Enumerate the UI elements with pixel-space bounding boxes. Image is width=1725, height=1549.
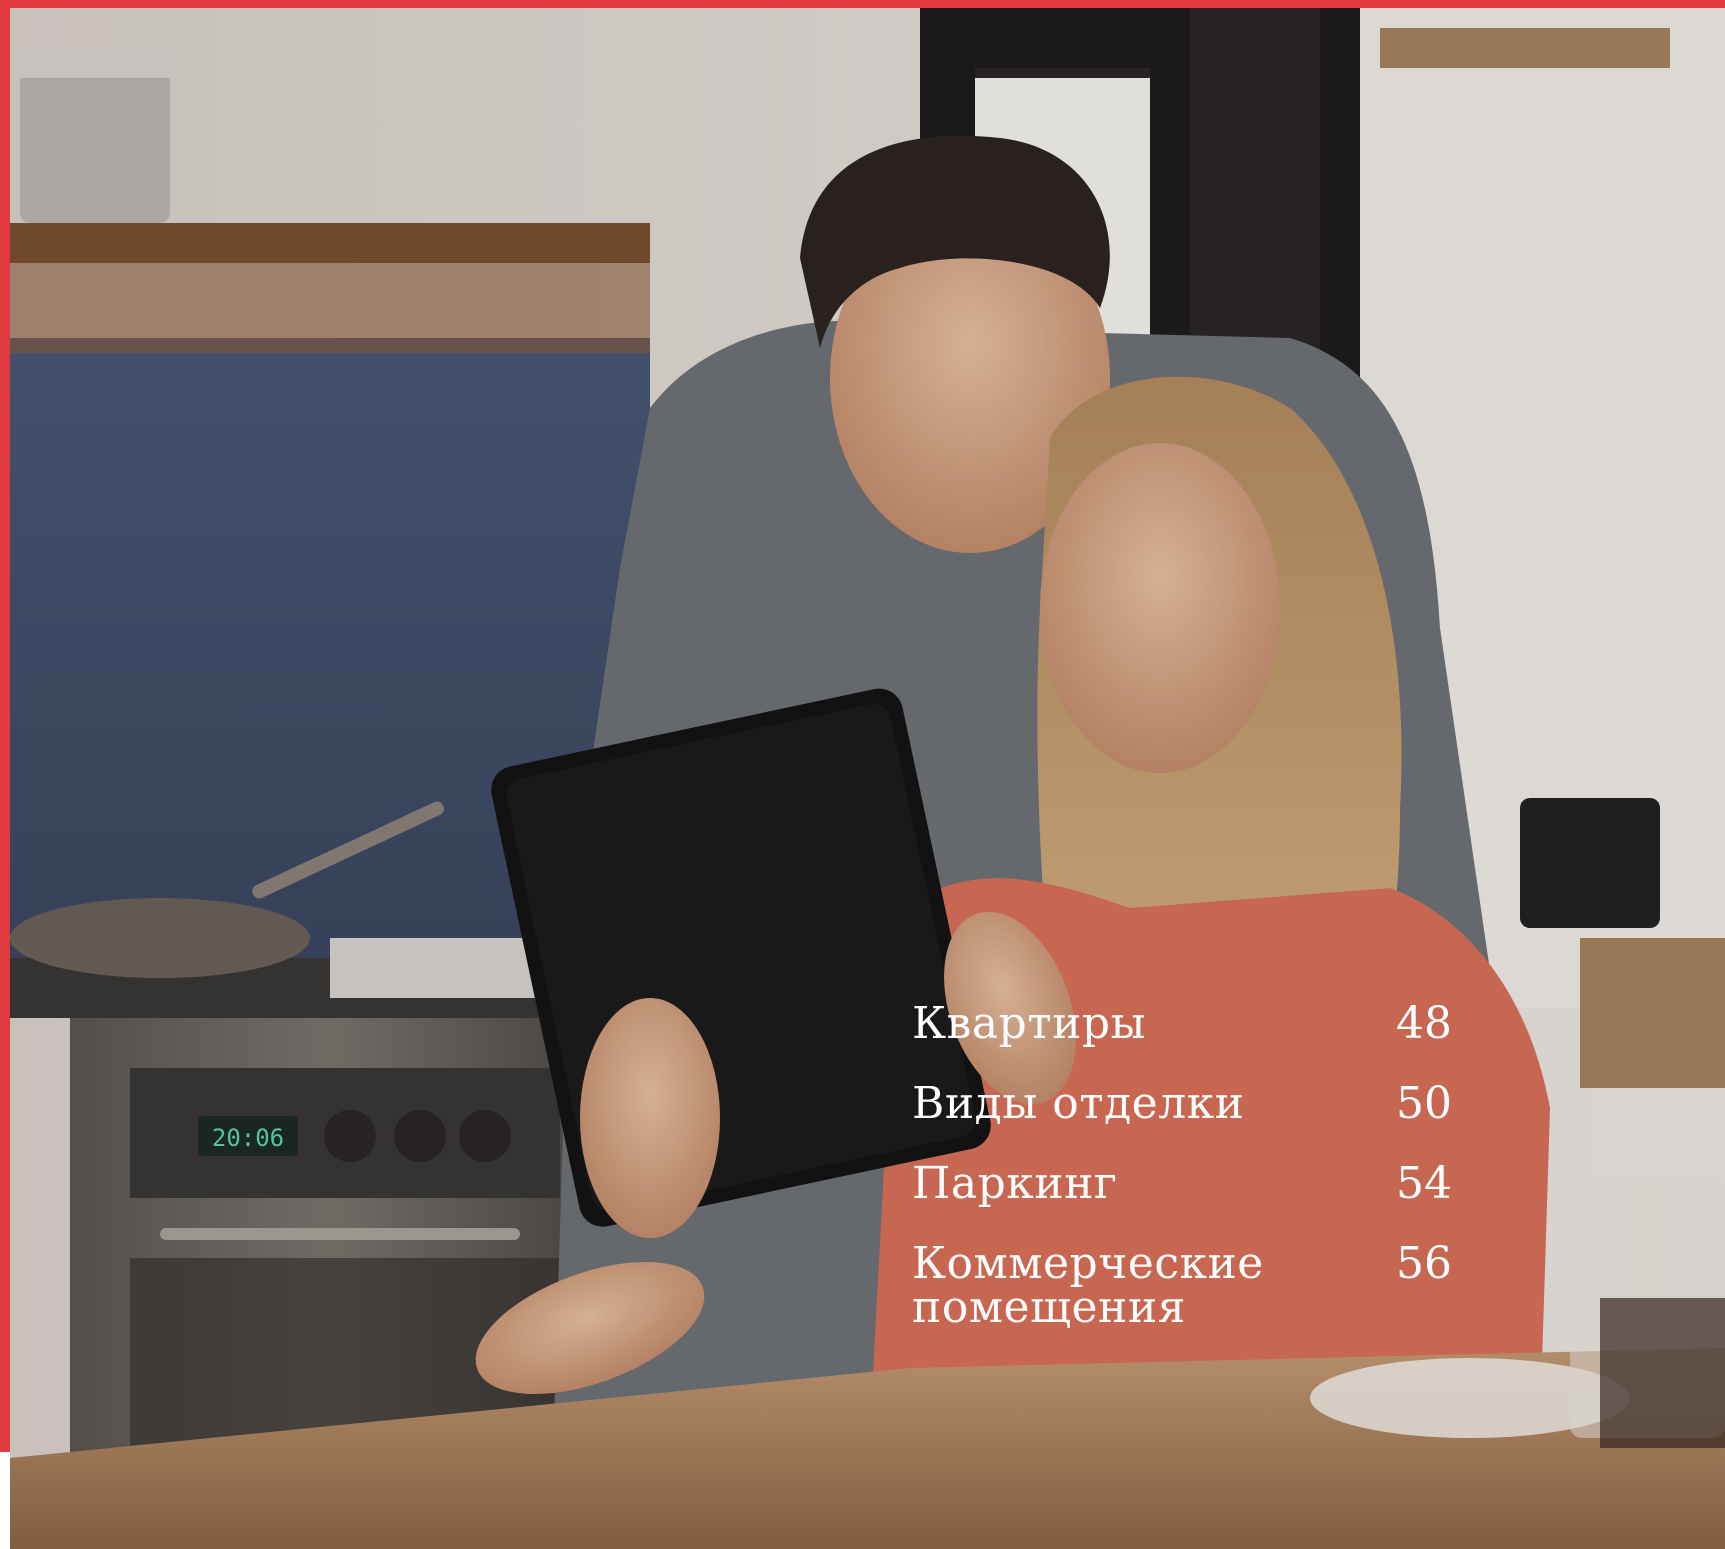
table-of-contents: Квартиры 48 Виды отделки 50 Паркинг 54 К… <box>912 1002 1452 1362</box>
toc-item-page: 54 <box>1396 1158 1452 1209</box>
toc-item-title: Коммерческие помещения <box>912 1238 1264 1333</box>
toc-item-apartments[interactable]: Квартиры 48 <box>912 1002 1452 1082</box>
kitchen-couple-photo: 20:06 <box>10 8 1725 1549</box>
left-accent-bar <box>0 0 10 1452</box>
toc-item-title: Квартиры <box>912 998 1147 1049</box>
toc-item-commercial[interactable]: Коммерческие помещения 56 <box>912 1242 1452 1362</box>
toc-item-finishes[interactable]: Виды отделки 50 <box>912 1082 1452 1162</box>
toc-item-title: Виды отделки <box>912 1078 1245 1129</box>
photo-scene: 20:06 <box>10 8 1725 1549</box>
toc-item-page: 56 <box>1396 1238 1452 1289</box>
corner-gap <box>0 1452 10 1549</box>
top-accent-bar <box>0 0 1725 8</box>
page: 20:06 Квартиры 48 Виды отделки 50 Паркин… <box>0 0 1725 1549</box>
toc-item-page: 50 <box>1396 1078 1452 1129</box>
toc-item-page: 48 <box>1396 998 1452 1049</box>
toc-item-parking[interactable]: Паркинг 54 <box>912 1162 1452 1242</box>
toc-item-title: Паркинг <box>912 1158 1118 1209</box>
